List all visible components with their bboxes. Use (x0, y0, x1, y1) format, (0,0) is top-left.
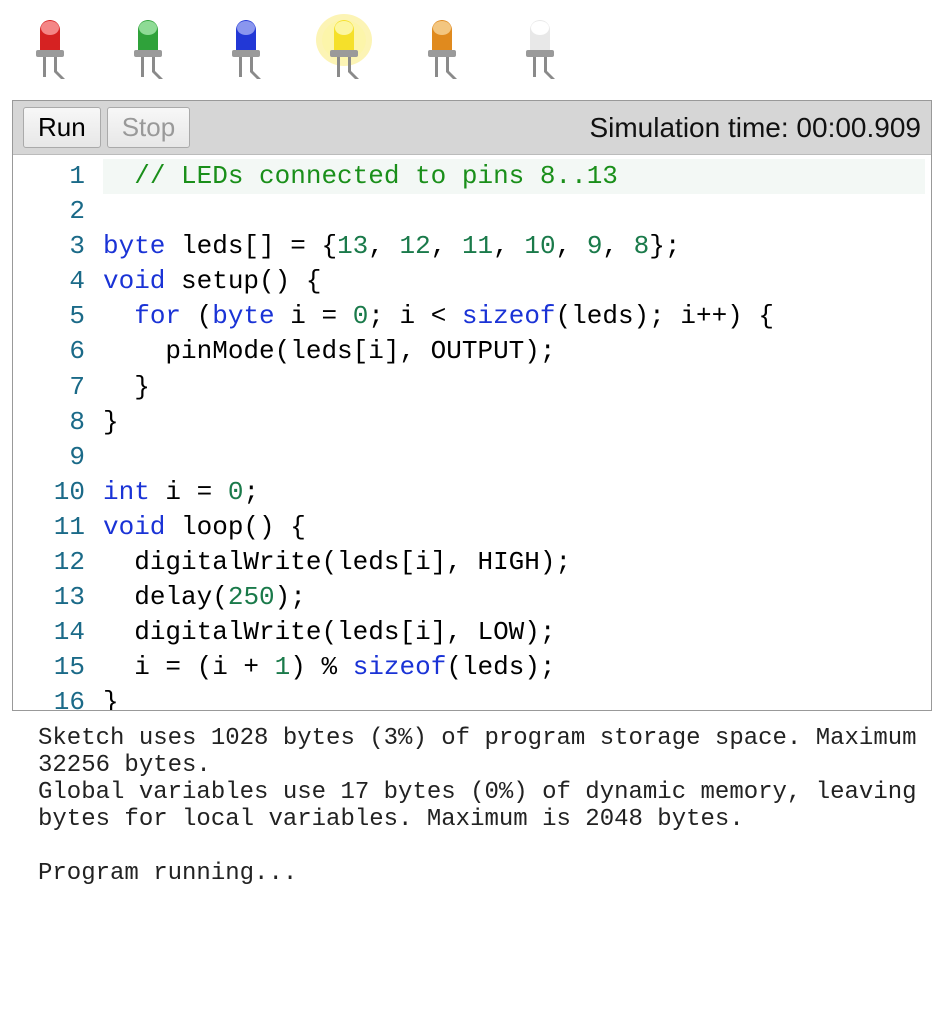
code-line[interactable]: i = (i + 1) % sizeof(leds); (103, 650, 925, 685)
simulation-time-value: 00:00.909 (796, 112, 921, 143)
line-gutter: 12345678910111213141516 (13, 155, 103, 710)
code-line[interactable]: int i = 0; (103, 475, 925, 510)
code-line[interactable]: // LEDs connected to pins 8..13 (103, 159, 925, 194)
simulation-time: Simulation time: 00:00.909 (589, 112, 921, 144)
code-editor[interactable]: 12345678910111213141516 // LEDs connecte… (13, 154, 931, 710)
code-line[interactable]: digitalWrite(leds[i], HIGH); (103, 545, 925, 580)
led-strip (12, 12, 932, 100)
code-line[interactable]: } (103, 685, 925, 710)
stop-button[interactable]: Stop (107, 107, 191, 148)
code-line[interactable]: delay(250); (103, 580, 925, 615)
code-line[interactable] (103, 440, 925, 475)
code-line[interactable]: } (103, 370, 925, 405)
run-button[interactable]: Run (23, 107, 101, 148)
simulation-time-label: Simulation time: (589, 112, 796, 143)
led-white-icon (510, 12, 570, 84)
code-line[interactable]: void loop() { (103, 510, 925, 545)
simulator-panel: Run Stop Simulation time: 00:00.909 1234… (12, 100, 932, 711)
led-blue-icon (216, 12, 276, 84)
code-line[interactable] (103, 194, 925, 229)
led-green-icon (118, 12, 178, 84)
compile-output: Sketch uses 1028 bytes (3%) of program s… (12, 711, 932, 887)
led-red-icon (20, 12, 80, 84)
code-line[interactable]: for (byte i = 0; i < sizeof(leds); i++) … (103, 299, 925, 334)
code-line[interactable]: pinMode(leds[i], OUTPUT); (103, 334, 925, 369)
code-line[interactable]: } (103, 405, 925, 440)
code-line[interactable]: void setup() { (103, 264, 925, 299)
led-orange-icon (412, 12, 472, 84)
code-line[interactable]: digitalWrite(leds[i], LOW); (103, 615, 925, 650)
code-line[interactable]: byte leds[] = {13, 12, 11, 10, 9, 8}; (103, 229, 925, 264)
led-yellow-icon (314, 12, 374, 84)
toolbar: Run Stop Simulation time: 00:00.909 (13, 101, 931, 154)
code-area[interactable]: // LEDs connected to pins 8..13 byte leds… (103, 155, 931, 710)
